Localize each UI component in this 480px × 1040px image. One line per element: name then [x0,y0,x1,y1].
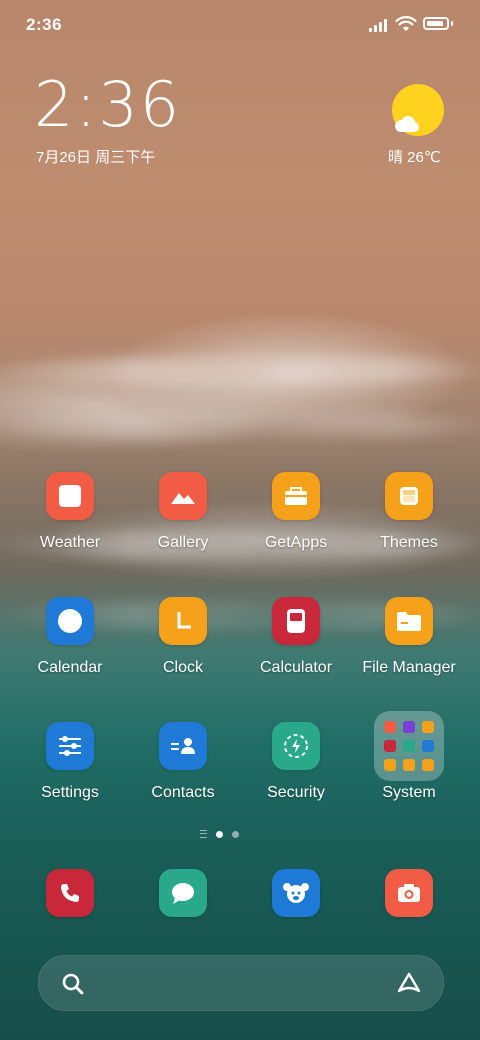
weather-text[interactable]: 晴 26℃ [388,146,441,167]
app-clock[interactable]: Clock [127,597,239,677]
app-themes[interactable]: Themes [353,472,465,552]
app-label: Gallery [157,534,209,551]
calculator-icon [272,597,320,645]
status-time: 2:36 [26,15,63,34]
contacts-icon [159,722,207,770]
dock-phone[interactable] [14,869,126,917]
calendar-icon [46,597,94,645]
phone-icon [46,869,94,917]
app-label: Security [267,784,325,801]
search-bar[interactable] [38,955,444,1011]
gallery-icon [159,472,207,520]
app-label: Settings [41,784,99,801]
app-label: Clock [162,659,203,676]
app-weather[interactable]: Weather [14,472,126,552]
search-icon[interactable] [61,972,85,1001]
folder-icon [385,597,433,645]
battery-icon [423,17,449,30]
settings-icon [46,722,94,770]
app-drawer-indicator-icon[interactable] [200,830,207,838]
app-getapps[interactable]: GetApps [240,472,352,552]
assistant-icon[interactable] [396,972,422,999]
security-icon [272,722,320,770]
app-settings[interactable]: Settings [14,722,126,802]
messaging-icon [159,869,207,917]
page-indicator [200,830,239,838]
browser-icon [272,869,320,917]
app-label: Themes [380,534,438,551]
status-bar: 2:36 [0,0,480,50]
app-label: Calculator [259,659,333,676]
dock-camera[interactable] [353,869,465,917]
app-label: Contacts [151,784,215,801]
app-label: Weather [39,534,101,551]
app-label: GetApps [264,534,328,551]
app-gallery[interactable]: Gallery [127,472,239,552]
folder-system-icon [374,711,444,781]
page-dot-1[interactable] [216,830,223,838]
weather-icon [46,472,94,520]
signal-icon [369,18,391,32]
clock-widget-date[interactable]: 7月26日 周三下午 [36,146,155,167]
app-contacts[interactable]: Contacts [127,722,239,802]
dock-browser[interactable] [240,869,352,917]
wifi-icon [395,15,417,38]
getapps-icon [272,472,320,520]
battery-tip [451,21,453,26]
clock-icon [159,597,207,645]
dock-messaging[interactable] [127,869,239,917]
clock-widget-time[interactable]: 2:36 [34,74,181,136]
app-label: System [382,784,436,801]
app-security[interactable]: Security [240,722,352,802]
cloud-icon [392,114,422,139]
themes-icon [385,472,433,520]
app-file-manager[interactable]: File Manager [353,597,465,677]
app-calendar[interactable]: Calendar [14,597,126,677]
page-dot-2[interactable] [232,830,239,838]
camera-icon [385,869,433,917]
app-label: File Manager [362,659,456,676]
app-calculator[interactable]: Calculator [240,597,352,677]
app-label: Calendar [37,659,103,676]
folder-system[interactable]: System [353,711,465,802]
